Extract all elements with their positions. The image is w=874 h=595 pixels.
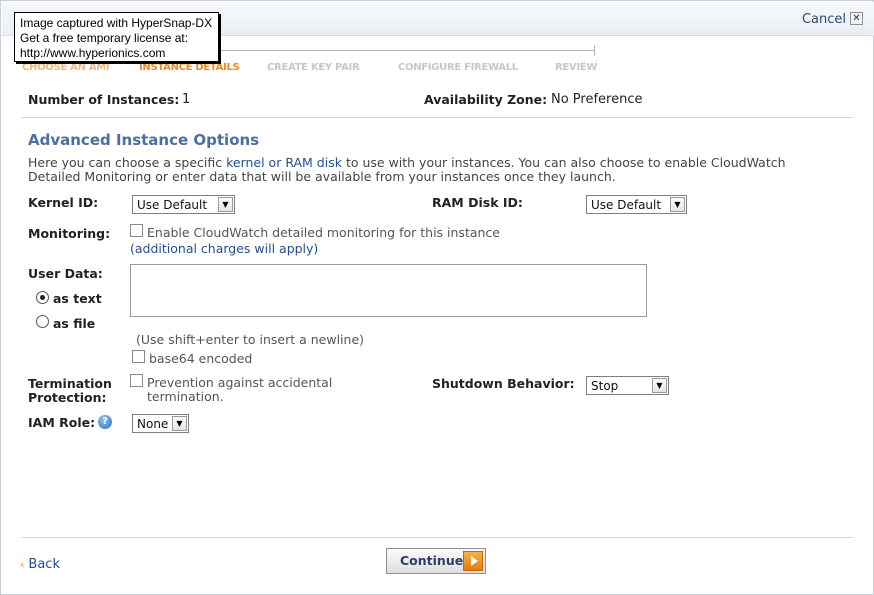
shutdown-behavior-select[interactable]: Stop ▼ <box>586 376 669 395</box>
dropdown-arrow-icon: ▼ <box>218 197 233 212</box>
advanced-options-title: Advanced Instance Options <box>28 131 260 149</box>
back-label: Back <box>28 557 60 572</box>
as-file-label: as file <box>53 316 96 331</box>
kernel-id-value: Use Default <box>137 198 208 212</box>
launch-wizard-dialog: Cancel ✕ Image captured with HyperSnap-D… <box>0 0 874 595</box>
monitoring-label: Monitoring: <box>28 226 111 241</box>
shutdown-behavior-value: Stop <box>591 379 619 393</box>
help-icon[interactable]: ? <box>98 415 112 429</box>
ram-disk-id-select[interactable]: Use Default ▼ <box>586 195 687 214</box>
screenshot-tooltip: Image captured with HyperSnap-DX Get a f… <box>14 12 219 62</box>
base64-checkbox[interactable] <box>132 350 145 363</box>
ram-disk-id-value: Use Default <box>591 198 662 212</box>
wizard-step-configure-firewall: CONFIGURE FIREWALL <box>398 62 518 73</box>
back-link[interactable]: ‹ Back <box>20 557 60 572</box>
chevron-left-icon: ‹ <box>20 558 25 571</box>
termination-protection-label-line2: Protection: <box>28 390 107 405</box>
as-text-label: as text <box>53 291 102 306</box>
footer-divider <box>21 537 853 538</box>
iam-role-select[interactable]: None ▼ <box>132 414 189 433</box>
tooltip-line: Image captured with HyperSnap-DX <box>20 16 213 30</box>
as-text-radio[interactable] <box>36 291 49 304</box>
newline-hint: (Use shift+enter to insert a newline) <box>136 332 365 347</box>
termination-protection-checkbox[interactable] <box>130 374 143 387</box>
as-file-radio[interactable] <box>36 315 49 328</box>
monitoring-checkbox-label: Enable CloudWatch detailed monitoring fo… <box>147 225 500 240</box>
termination-protection-label-line1: Termination <box>28 376 112 391</box>
iam-role-label: IAM Role: <box>28 415 96 430</box>
wizard-step-choose-ami: CHOOSE AN AMI <box>22 62 110 73</box>
tooltip-line: Get a free temporary license at: <box>20 31 189 45</box>
kernel-id-select[interactable]: Use Default ▼ <box>132 195 235 214</box>
kernel-id-label: Kernel ID: <box>28 195 99 210</box>
wizard-progress-line <box>219 50 595 51</box>
continue-label: Continue <box>400 553 464 568</box>
shutdown-behavior-label: Shutdown Behavior: <box>432 376 575 391</box>
cancel-link[interactable]: Cancel <box>802 12 846 27</box>
close-icon[interactable]: ✕ <box>850 12 863 25</box>
advanced-options-description: Here you can choose a specific kernel or… <box>28 156 828 184</box>
section-divider <box>21 117 853 118</box>
additional-charges-link[interactable]: (additional charges will apply) <box>130 241 318 256</box>
continue-button[interactable]: Continue <box>386 548 486 574</box>
iam-role-value: None <box>137 417 169 431</box>
termination-protection-text-line2: termination. <box>147 389 224 404</box>
user-data-textarea[interactable] <box>130 264 647 317</box>
wizard-step-review: REVIEW <box>555 62 598 73</box>
user-data-label: User Data: <box>28 266 103 281</box>
monitoring-checkbox[interactable] <box>130 224 143 237</box>
number-of-instances-value: 1 <box>182 92 191 107</box>
termination-protection-text-line1: Prevention against accidental <box>147 375 333 390</box>
kernel-ramdisk-link[interactable]: kernel or RAM disk <box>226 155 342 170</box>
dropdown-arrow-icon: ▼ <box>652 378 667 393</box>
availability-zone-label: Availability Zone: <box>424 92 548 107</box>
availability-zone-value: No Preference <box>551 92 643 107</box>
arrow-right-icon <box>463 551 483 571</box>
description-text: Here you can choose a specific <box>28 155 227 170</box>
dropdown-arrow-icon: ▼ <box>172 416 187 431</box>
dropdown-arrow-icon: ▼ <box>670 197 685 212</box>
wizard-step-instance-details: INSTANCE DETAILS <box>139 62 240 73</box>
ram-disk-id-label: RAM Disk ID: <box>432 195 523 210</box>
wizard-step-create-key-pair: CREATE KEY PAIR <box>267 62 360 73</box>
number-of-instances-label: Number of Instances: <box>28 92 180 107</box>
tooltip-line: http://www.hyperionics.com <box>20 46 166 60</box>
base64-checkbox-label: base64 encoded <box>149 351 253 366</box>
wizard-progress-end <box>594 45 595 56</box>
